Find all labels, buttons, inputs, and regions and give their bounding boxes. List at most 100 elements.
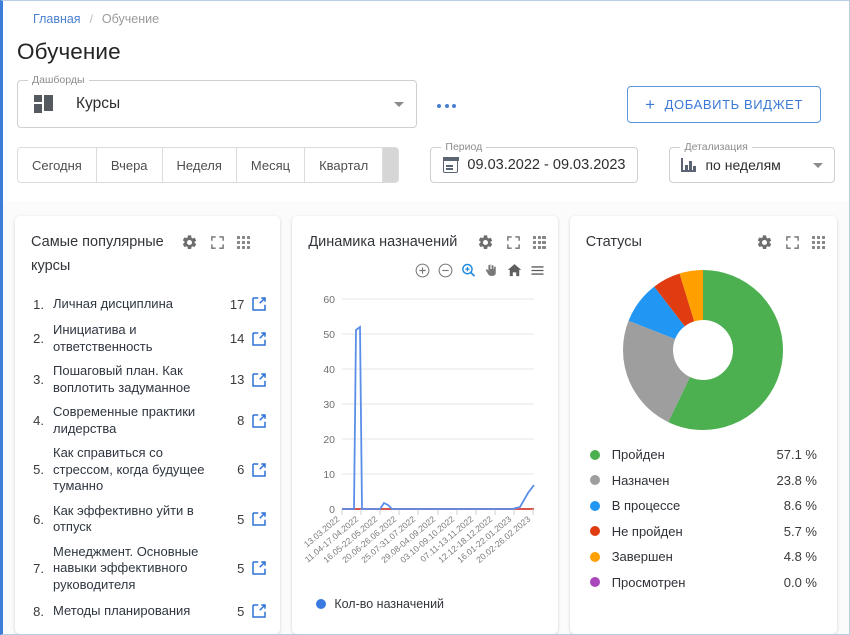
list-item[interactable]: 6. Как эффективно уйти в отпуск 5 xyxy=(27,499,268,540)
line-chart[interactable]: 60 50 40 30 20 10 0 13.03.2022 11.04-17.… xyxy=(292,279,557,589)
legend-item[interactable]: Пройден 57.1 % xyxy=(589,442,817,468)
legend-label: Назначен xyxy=(611,472,670,488)
quick-range-today[interactable]: Сегодня xyxy=(18,148,97,182)
list-item-index: 7. xyxy=(33,560,44,576)
drag-handle-icon[interactable] xyxy=(812,236,825,249)
legend-color-swatch xyxy=(589,577,600,588)
plus-icon: + xyxy=(645,95,656,114)
list-item[interactable]: 4. Современные практики лидерства 8 xyxy=(27,400,268,441)
legend-item[interactable]: В процессе 8.6 % xyxy=(589,493,817,519)
pan-icon[interactable] xyxy=(483,262,500,279)
breadcrumb-home-link[interactable]: Главная xyxy=(33,12,81,26)
widget-title: Динамика назначений xyxy=(308,234,458,250)
line-chart-svg: 60 50 40 30 20 10 0 13.03.2022 11.04-17.… xyxy=(302,294,536,565)
list-item-index: 4. xyxy=(33,413,44,428)
period-picker[interactable]: Период 09.03.2022 - 09.03.2023 xyxy=(430,141,639,183)
legend-label: Пройден xyxy=(611,447,665,463)
status-legend: Пройден 57.1 % Назначен 23.8 % В процесс… xyxy=(570,436,837,595)
legend-color-swatch xyxy=(316,599,327,609)
expand-icon[interactable] xyxy=(785,235,800,250)
legend-percent: 57.1 % xyxy=(776,447,817,463)
widget-assignment-dynamics: Динамика назначений 60 50 40 30 20 10 0 … xyxy=(292,216,558,634)
add-widget-button[interactable]: + ДОБАВИТЬ ВИДЖЕТ xyxy=(627,86,821,123)
expand-icon[interactable] xyxy=(506,235,521,250)
detalization-select[interactable]: Детализация по неделям xyxy=(669,141,835,183)
menu-icon[interactable] xyxy=(529,262,546,279)
legend-item[interactable]: Просмотрен 0.0 % xyxy=(589,570,817,596)
chart-legend[interactable]: Кол-во назначений xyxy=(292,589,557,611)
list-item-index: 5. xyxy=(33,462,44,478)
donut-chart[interactable] xyxy=(570,254,837,436)
list-item[interactable]: 3. Пошаговый план. Как воплотить задуман… xyxy=(27,359,268,400)
expand-icon[interactable] xyxy=(210,235,225,250)
list-item[interactable]: 1. Личная дисциплина 17 xyxy=(27,290,268,318)
legend-percent: 4.8 % xyxy=(783,549,817,565)
drag-handle-icon[interactable] xyxy=(532,236,546,249)
zoom-out-icon[interactable] xyxy=(437,262,454,279)
list-item[interactable]: 8. Методы планирования 5 xyxy=(27,597,268,625)
quick-range-month[interactable]: Месяц xyxy=(236,148,306,182)
legend-label: Кол-во назначений xyxy=(334,597,445,611)
zoom-selection-icon[interactable] xyxy=(460,262,477,279)
open-external-icon[interactable] xyxy=(250,461,268,479)
svg-text:30: 30 xyxy=(324,399,336,411)
dashboard-controls: Дашборды Курсы + ДОБАВИТЬ ВИДЖЕТ xyxy=(3,65,849,128)
dashboard-icon xyxy=(34,95,54,113)
legend-item[interactable]: Назначен 23.8 % xyxy=(589,468,817,494)
home-icon[interactable] xyxy=(506,262,523,279)
list-item-name: Менеджмент. Основные навыки эффективного… xyxy=(53,543,199,592)
dashboard-select[interactable]: Дашборды Курсы xyxy=(17,74,417,128)
svg-text:50: 50 xyxy=(324,329,336,341)
widget-title: Статусы xyxy=(585,234,642,250)
gear-icon[interactable] xyxy=(181,234,198,251)
open-external-icon[interactable] xyxy=(250,295,268,313)
legend-label: Завершен xyxy=(611,549,673,565)
list-item-index: 1. xyxy=(33,296,44,312)
bar-chart-icon xyxy=(681,158,697,172)
list-item-name: Личная дисциплина xyxy=(53,295,173,311)
list-item-count: 5 xyxy=(237,603,245,619)
list-item-count: 5 xyxy=(237,560,245,576)
open-external-icon[interactable] xyxy=(250,330,268,348)
svg-text:40: 40 xyxy=(324,364,336,376)
period-picker-value: 09.03.2022 - 09.03.2023 xyxy=(467,157,626,173)
quick-range-yesterday[interactable]: Вчера xyxy=(96,148,163,182)
dot xyxy=(437,103,441,108)
legend-item[interactable]: Не пройден 5.7 % xyxy=(589,519,817,545)
app-window: Главная / Обучение Обучение Дашборды Кур… xyxy=(0,0,850,635)
legend-percent: 0.0 % xyxy=(783,574,817,590)
dot xyxy=(452,103,456,108)
gear-icon[interactable] xyxy=(756,234,773,251)
list-item-name: Как эффективно уйти в отпуск xyxy=(53,502,194,535)
legend-item[interactable]: Завершен 4.8 % xyxy=(589,544,817,570)
chart-toolbar xyxy=(292,254,557,279)
open-external-icon[interactable] xyxy=(250,371,268,389)
widget-header-icons xyxy=(477,230,546,251)
legend-color-swatch xyxy=(589,500,600,511)
open-external-icon[interactable] xyxy=(250,559,268,577)
dashboard-select-legend: Дашборды xyxy=(28,74,89,86)
list-item-count: 14 xyxy=(229,331,245,346)
quick-range-year[interactable]: Год xyxy=(383,148,399,182)
list-item[interactable]: 7. Менеджмент. Основные навыки эффективн… xyxy=(27,540,268,598)
more-options-button[interactable] xyxy=(433,98,460,114)
quick-range-quarter[interactable]: Квартал xyxy=(305,148,384,182)
gear-icon[interactable] xyxy=(477,234,494,251)
open-external-icon[interactable] xyxy=(250,412,268,430)
drag-handle-icon[interactable] xyxy=(237,236,250,249)
open-external-icon[interactable] xyxy=(250,510,268,528)
open-external-icon[interactable] xyxy=(250,602,268,620)
widget-title: Самые популярные курсы xyxy=(31,234,164,274)
quick-range-week[interactable]: Неделя xyxy=(162,148,237,182)
dashboard-select-value: Курсы xyxy=(76,95,121,112)
legend-color-swatch xyxy=(589,475,600,486)
legend-color-swatch xyxy=(589,551,600,562)
zoom-in-icon[interactable] xyxy=(414,262,431,279)
list-item-count: 13 xyxy=(229,372,245,387)
donut-chart-svg xyxy=(623,270,784,430)
list-item[interactable]: 5. Как справиться со стрессом, когда буд… xyxy=(27,441,268,499)
list-item[interactable]: 2. Инициатива и ответственность 14 xyxy=(27,318,268,359)
widget-popular-courses: Самые популярные курсы 1. Личная дисципл… xyxy=(15,216,281,634)
legend-percent: 23.8 % xyxy=(776,472,817,488)
svg-text:60: 60 xyxy=(324,294,336,306)
